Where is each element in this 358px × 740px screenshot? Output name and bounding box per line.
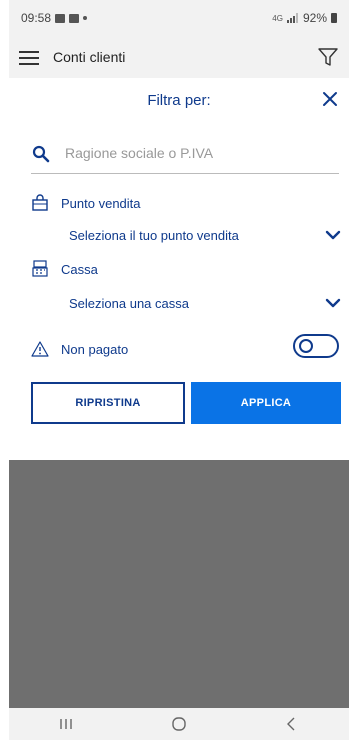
system-nav-bar — [9, 708, 349, 740]
status-time: 09:58 — [21, 11, 52, 25]
apply-button[interactable]: APPLICA — [191, 382, 341, 424]
store-section: Punto vendita — [31, 194, 141, 212]
battery-percent: 92% — [302, 11, 327, 25]
register-select-value: Seleziona una cassa — [69, 295, 189, 311]
recent-apps-icon[interactable] — [56, 716, 76, 732]
signal-icon — [286, 13, 298, 23]
phone-screen: 09:58 4G 92% Conti clienti Filtra per: R… — [9, 0, 349, 740]
store-select[interactable]: Seleziona il tuo punto vendita — [69, 224, 341, 246]
register-select[interactable]: Seleziona una cassa — [69, 292, 341, 314]
reset-button[interactable]: RIPRISTINA — [31, 382, 185, 424]
filter-panel: Filtra per: Punto vendita Seleziona il t… — [9, 78, 349, 460]
unpaid-toggle[interactable] — [293, 334, 339, 358]
gallery-notification-icon — [55, 13, 66, 23]
page-title: Conti clienti — [53, 49, 126, 65]
hamburger-menu-icon[interactable] — [19, 49, 41, 65]
shopping-bag-icon — [32, 194, 48, 211]
network-type: 4G — [272, 13, 283, 23]
cash-register-icon — [32, 260, 48, 277]
search-icon — [32, 145, 50, 163]
filter-panel-title: Filtra per: — [147, 92, 211, 109]
unpaid-section: Non pagato — [31, 340, 128, 358]
warning-icon — [31, 341, 49, 357]
chevron-down-icon — [325, 230, 341, 240]
chevron-down-icon — [325, 298, 341, 308]
modal-scrim[interactable] — [9, 460, 349, 708]
filter-panel-header: Filtra per: — [9, 78, 349, 122]
search-field — [31, 138, 339, 174]
back-icon[interactable] — [282, 716, 302, 732]
register-section: Cassa — [31, 260, 98, 278]
toggle-knob — [299, 339, 313, 353]
register-label: Cassa — [61, 261, 98, 277]
battery-icon — [331, 13, 337, 23]
status-bar: 09:58 4G 92% — [9, 0, 349, 36]
home-icon[interactable] — [169, 716, 189, 732]
notification-dot-icon — [83, 16, 88, 20]
filter-icon[interactable] — [317, 46, 339, 68]
search-input[interactable] — [65, 138, 335, 168]
message-notification-icon — [69, 13, 80, 23]
close-icon[interactable] — [321, 90, 339, 108]
app-bar: Conti clienti — [9, 36, 349, 78]
store-select-value: Seleziona il tuo punto vendita — [69, 227, 239, 243]
store-label: Punto vendita — [61, 195, 141, 211]
unpaid-label: Non pagato — [61, 341, 129, 357]
